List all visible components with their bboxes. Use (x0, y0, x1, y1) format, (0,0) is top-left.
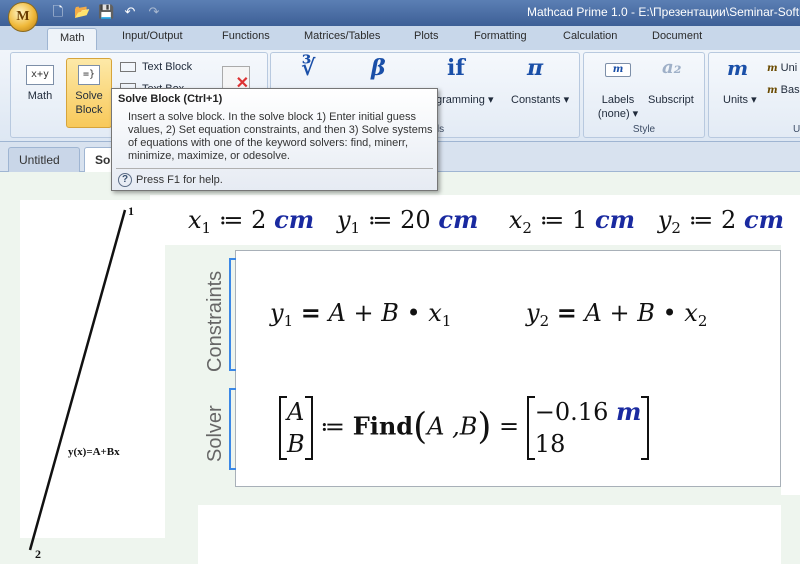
labels-dropdown[interactable]: Labels (none) ▾ (596, 93, 640, 121)
point1-label: 1 (128, 204, 134, 218)
guess-x2: x2 ≔ 1 cm (508, 205, 635, 237)
tooltip-body: Insert a solve block. In the solve block… (128, 111, 433, 162)
units-group-label: U (793, 124, 800, 135)
save-icon[interactable]: 💾 (98, 4, 114, 20)
tab-formatting[interactable]: Formatting (474, 30, 527, 42)
initial-guesses[interactable]: x1 ≔ 2 cm y1 ≔ 20 cm x2 ≔ 1 cm y2 ≔ 2 cm (188, 205, 784, 237)
solve-block-label-2: Block (75, 104, 103, 116)
tab-input-output[interactable]: Input/Output (122, 30, 183, 42)
subscript-icon-wrap[interactable]: a₂ (662, 59, 682, 77)
unit-system-button[interactable]: m Uni (767, 61, 797, 75)
tab-calculation[interactable]: Calculation (563, 30, 617, 42)
doc-tab-untitled[interactable]: Untitled (8, 147, 80, 172)
units-icon-wrap[interactable]: m (727, 58, 748, 79)
style-group-label: Style (632, 124, 656, 135)
beta-icon: β (371, 55, 386, 81)
undo-icon[interactable]: ↶ (122, 4, 138, 20)
redo-icon[interactable]: ↷ (146, 4, 162, 20)
radical-icon: ∛ (301, 55, 316, 81)
find-expression[interactable]: AB ≔ Find(A ,B) = −0.16 m 18 (279, 396, 650, 460)
greek-button[interactable]: β (371, 57, 386, 79)
math-region-button[interactable]: x+y Math (23, 65, 57, 103)
base-units-button[interactable]: m Bas (767, 83, 800, 97)
text-block-button[interactable]: Text Block (120, 60, 192, 74)
tooltip-divider (116, 168, 433, 169)
guess-x1: x1 ≔ 2 cm (188, 205, 315, 237)
pi-icon: π (527, 55, 544, 81)
tooltip-help: Press F1 for help. (136, 174, 223, 186)
units-icon: m (727, 56, 749, 80)
constants-dropdown[interactable]: Constants ▾ (511, 93, 569, 107)
window-title: Mathcad Prime 1.0 - E:\Презентации\Semin… (527, 5, 800, 19)
constants-label: Constants (511, 94, 561, 106)
worksheet-page-bottom (198, 505, 781, 564)
units-group: m Units ▾ m Uni m Bas U (708, 52, 800, 138)
solver-bracket (229, 388, 236, 470)
solve-block-button[interactable]: =} Solve Block (66, 58, 112, 128)
open-icon[interactable]: 📂 (74, 4, 90, 20)
labels-value: (none) (597, 108, 630, 120)
quick-access-toolbar: 🗋 📂 💾 ↶ ↷ (50, 4, 162, 20)
worksheet-page (20, 200, 165, 538)
constraints-bracket (229, 258, 236, 371)
labels-label: Labels (601, 94, 635, 106)
tab-math[interactable]: Math (47, 28, 98, 50)
labels-icon: m (605, 63, 631, 77)
constraints-label: Constraints (204, 270, 226, 372)
radical-button[interactable]: ∛ (301, 57, 315, 79)
tooltip-title: Solve Block (Ctrl+1) (118, 93, 223, 105)
find-args: A ,B (427, 412, 478, 441)
units-label: Units (723, 94, 749, 106)
math-region-icon: x+y (26, 65, 54, 85)
base-units-label: Bas (780, 84, 800, 96)
title-bar: M 🗋 📂 💾 ↶ ↷ Mathcad Prime 1.0 - E:\Презе… (0, 0, 800, 32)
solve-block-content: =} Solve Block (67, 65, 111, 117)
text-block-label: Text Block (142, 61, 193, 73)
text-block-icon (120, 62, 136, 73)
unit-system-label: Uni (780, 62, 798, 74)
point2-label: 2 (35, 547, 41, 561)
subscript-button[interactable]: Subscript (648, 93, 694, 107)
new-icon[interactable]: 🗋 (50, 4, 66, 20)
if-icon: if (447, 55, 465, 81)
line-equation-label: y(x)=A+Bx (68, 446, 120, 458)
programming-dropdown[interactable]: gramming ▾ (436, 93, 493, 107)
find-function: Find (352, 411, 414, 441)
tab-matrices-tables[interactable]: Matrices/Tables (304, 30, 380, 42)
programming-button[interactable]: if (447, 57, 465, 79)
unknowns-matrix: AB (279, 396, 313, 460)
application-menu-button[interactable]: M (8, 2, 38, 32)
solve-block-label-1: Solve (75, 90, 103, 102)
delete-region-icon[interactable]: ✕ (222, 66, 250, 92)
math-region-label: Math (27, 90, 53, 102)
ribbon-tab-row: Math Input/Output Functions Matrices/Tab… (0, 26, 800, 50)
programming-label: gramming (436, 94, 485, 106)
guess-y2: y2 ≔ 2 cm (657, 205, 784, 237)
units-dropdown[interactable]: Units ▾ (723, 93, 757, 107)
solve-block-icon: =} (78, 65, 100, 85)
help-icon: ? (118, 173, 132, 187)
constraint-2[interactable]: y2 = A + B • x2 (526, 298, 707, 330)
solver-label: Solver (204, 405, 226, 462)
labels-button[interactable]: m (600, 63, 636, 81)
guess-y1: y1 ≔ 20 cm (336, 205, 479, 237)
tab-document[interactable]: Document (652, 30, 702, 42)
constants-button-icon-wrap[interactable]: π (527, 57, 543, 79)
result-matrix: −0.16 m 18 (526, 396, 650, 460)
solve-block-tooltip: Solve Block (Ctrl+1) Insert a solve bloc… (111, 88, 438, 191)
style-group: m Labels (none) ▾ a₂ Subscript Style (583, 52, 705, 138)
worksheet-page-right (781, 245, 800, 495)
subscript-icon: a₂ (662, 57, 682, 78)
tab-plots[interactable]: Plots (414, 30, 438, 42)
subscript-label: Subscript (648, 94, 694, 106)
tab-functions[interactable]: Functions (222, 30, 270, 42)
constraint-1[interactable]: y1 = A + B • x1 (270, 298, 451, 330)
